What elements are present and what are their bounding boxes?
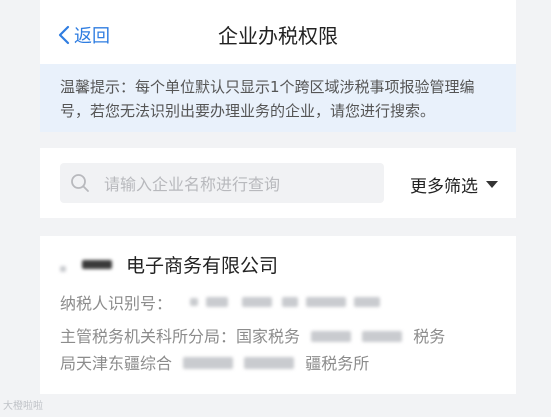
redacted-text bbox=[206, 297, 229, 307]
nav-bar: 返回 企业办税权限 bbox=[40, 0, 516, 64]
filter-label: 更多筛选 bbox=[410, 177, 478, 197]
redacted-text bbox=[190, 298, 199, 306]
authority-line1-suffix: 税务 bbox=[413, 327, 446, 346]
redacted-text bbox=[354, 297, 381, 307]
watermark: 大橙啦啦 bbox=[3, 401, 43, 412]
redacted-text bbox=[311, 331, 352, 342]
authority-line2-suffix: 疆税务所 bbox=[305, 354, 370, 373]
search-input[interactable]: 请输入企业名称进行查询 bbox=[60, 163, 384, 203]
search-section: 请输入企业名称进行查询 更多筛选 bbox=[40, 148, 516, 218]
redacted-text bbox=[306, 297, 347, 307]
search-placeholder: 请输入企业名称进行查询 bbox=[104, 175, 281, 194]
taxpayer-id-row: 纳税人识别号： bbox=[60, 290, 381, 314]
authority-line1-prefix: 主管税务机关科所分局：国家税务 bbox=[60, 327, 301, 346]
company-card[interactable]: 电子商务有限公司 纳税人识别号： 主管税务机关科所分局：国家税务 税务 局天津东… bbox=[40, 236, 516, 394]
redacted-text bbox=[60, 265, 66, 272]
tax-authority-line-1: 主管税务机关科所分局：国家税务 税务 bbox=[60, 323, 445, 347]
authority-line2-prefix: 局天津东疆综合 bbox=[60, 354, 173, 373]
notice-line-2: 号，若您无法识别出要办理业务的企业，请您进行搜索。 bbox=[60, 102, 436, 120]
caret-down-icon bbox=[486, 180, 498, 188]
redacted-text bbox=[82, 260, 112, 269]
page-title: 企业办税权限 bbox=[218, 24, 338, 48]
redacted-text bbox=[282, 297, 299, 307]
company-name: 电子商务有限公司 bbox=[60, 251, 278, 278]
taxpayer-id-label: 纳税人识别号： bbox=[60, 294, 173, 313]
tax-authority-line-2: 局天津东疆综合 疆税务所 bbox=[60, 350, 369, 374]
search-icon bbox=[71, 174, 89, 192]
more-filter-button[interactable]: 更多筛选 bbox=[410, 172, 498, 197]
redacted-text bbox=[362, 331, 403, 342]
notice-banner: 温馨提示：每个单位默认只显示1个跨区域涉税事项报验管理编 号，若您无法识别出要办… bbox=[40, 64, 516, 132]
company-name-suffix: 电子商务有限公司 bbox=[126, 255, 279, 277]
notice-line-1: 温馨提示：每个单位默认只显示1个跨区域涉税事项报验管理编 bbox=[60, 78, 475, 96]
redacted-text bbox=[242, 297, 273, 307]
redacted-text bbox=[244, 357, 295, 369]
redacted-text bbox=[183, 357, 234, 369]
